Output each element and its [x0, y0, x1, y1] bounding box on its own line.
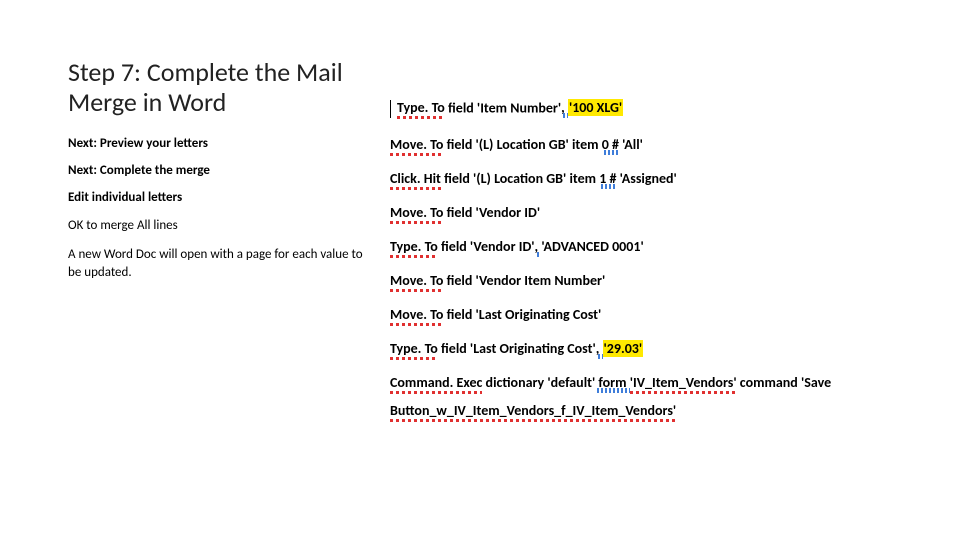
- macro-line: Type. To field 'Last Originating Cost', …: [390, 342, 935, 356]
- macro-args: field 'Item Number': [445, 99, 561, 116]
- macro-command: Move. To: [390, 306, 443, 323]
- macro-line-continuation: Button_w_IV_Item_Vendors_f_IV_Item_Vendo…: [390, 404, 935, 418]
- instruction-line: A new Word Doc will open with a page for…: [68, 246, 368, 281]
- macro-line: Command. Exec dictionary 'default' form …: [390, 376, 935, 390]
- macro-args: dictionary 'default': [482, 374, 595, 391]
- macro-line: Click. Hit field '(L) Location GB' item …: [390, 172, 935, 186]
- macro-args: command 'Save: [737, 374, 832, 391]
- macro-line: Type. To field 'Item Number', '100 XLG': [390, 100, 935, 118]
- instruction-line: Edit individual letters: [68, 190, 368, 205]
- left-column: Step 7: Complete the Mail Merge in Word …: [68, 58, 368, 281]
- merge-field-highlight: '29.03': [603, 340, 644, 357]
- macro-args: field 'Vendor ID': [443, 204, 540, 221]
- macro-args: field '(L) Location GB' item: [443, 136, 601, 153]
- macro-command: Move. To: [390, 272, 443, 289]
- macro-args: field 'Last Originating Cost': [438, 340, 596, 357]
- macro-line: Type. To field 'Vendor ID', 'ADVANCED 00…: [390, 240, 935, 254]
- grammar-mark: ,: [596, 340, 603, 357]
- grammar-mark: 1 #: [599, 170, 616, 187]
- macro-args: field 'Vendor ID': [438, 238, 535, 255]
- grammar-mark: ,: [561, 99, 568, 116]
- macro-line: Move. To field 'Vendor Item Number': [390, 274, 935, 288]
- macro-command: Command. Exec: [390, 374, 482, 391]
- grammar-mark: ,: [535, 238, 542, 255]
- macro-command: Move. To: [390, 204, 443, 221]
- macro-args: field 'Vendor Item Number': [443, 272, 605, 289]
- macro-command: Move. To: [390, 136, 443, 153]
- instruction-line: Next: Complete the merge: [68, 163, 368, 178]
- macro-line: Move. To field '(L) Location GB' item 0 …: [390, 138, 935, 152]
- macro-command: Type. To: [397, 99, 445, 116]
- instruction-line: OK to merge All lines: [68, 217, 368, 235]
- macro-args: 'All': [619, 136, 643, 153]
- step-heading: Step 7: Complete the Mail Merge in Word: [68, 58, 368, 118]
- macro-code-block: Type. To field 'Item Number', '100 XLG' M…: [390, 100, 935, 418]
- macro-args: field '(L) Location GB' item: [441, 170, 599, 187]
- grammar-mark: form: [595, 374, 629, 391]
- grammar-mark: 0 #: [602, 136, 619, 153]
- text-cursor: [390, 100, 391, 118]
- macro-args: 'Assigned': [616, 170, 676, 187]
- macro-args: 'ADVANCED 0001': [541, 238, 643, 255]
- macro-command: Type. To: [390, 238, 438, 255]
- macro-command: Click. Hit: [390, 170, 441, 187]
- macro-command: Type. To: [390, 340, 438, 357]
- macro-args: field 'Last Originating Cost': [443, 306, 601, 323]
- macro-line: Move. To field 'Last Originating Cost': [390, 308, 935, 322]
- spell-mark: 'IV_Item_Vendors': [630, 374, 737, 391]
- merge-field-highlight: '100 XLG': [568, 99, 623, 116]
- instruction-line: Next: Preview your letters: [68, 136, 368, 151]
- macro-line: Move. To field 'Vendor ID': [390, 206, 935, 220]
